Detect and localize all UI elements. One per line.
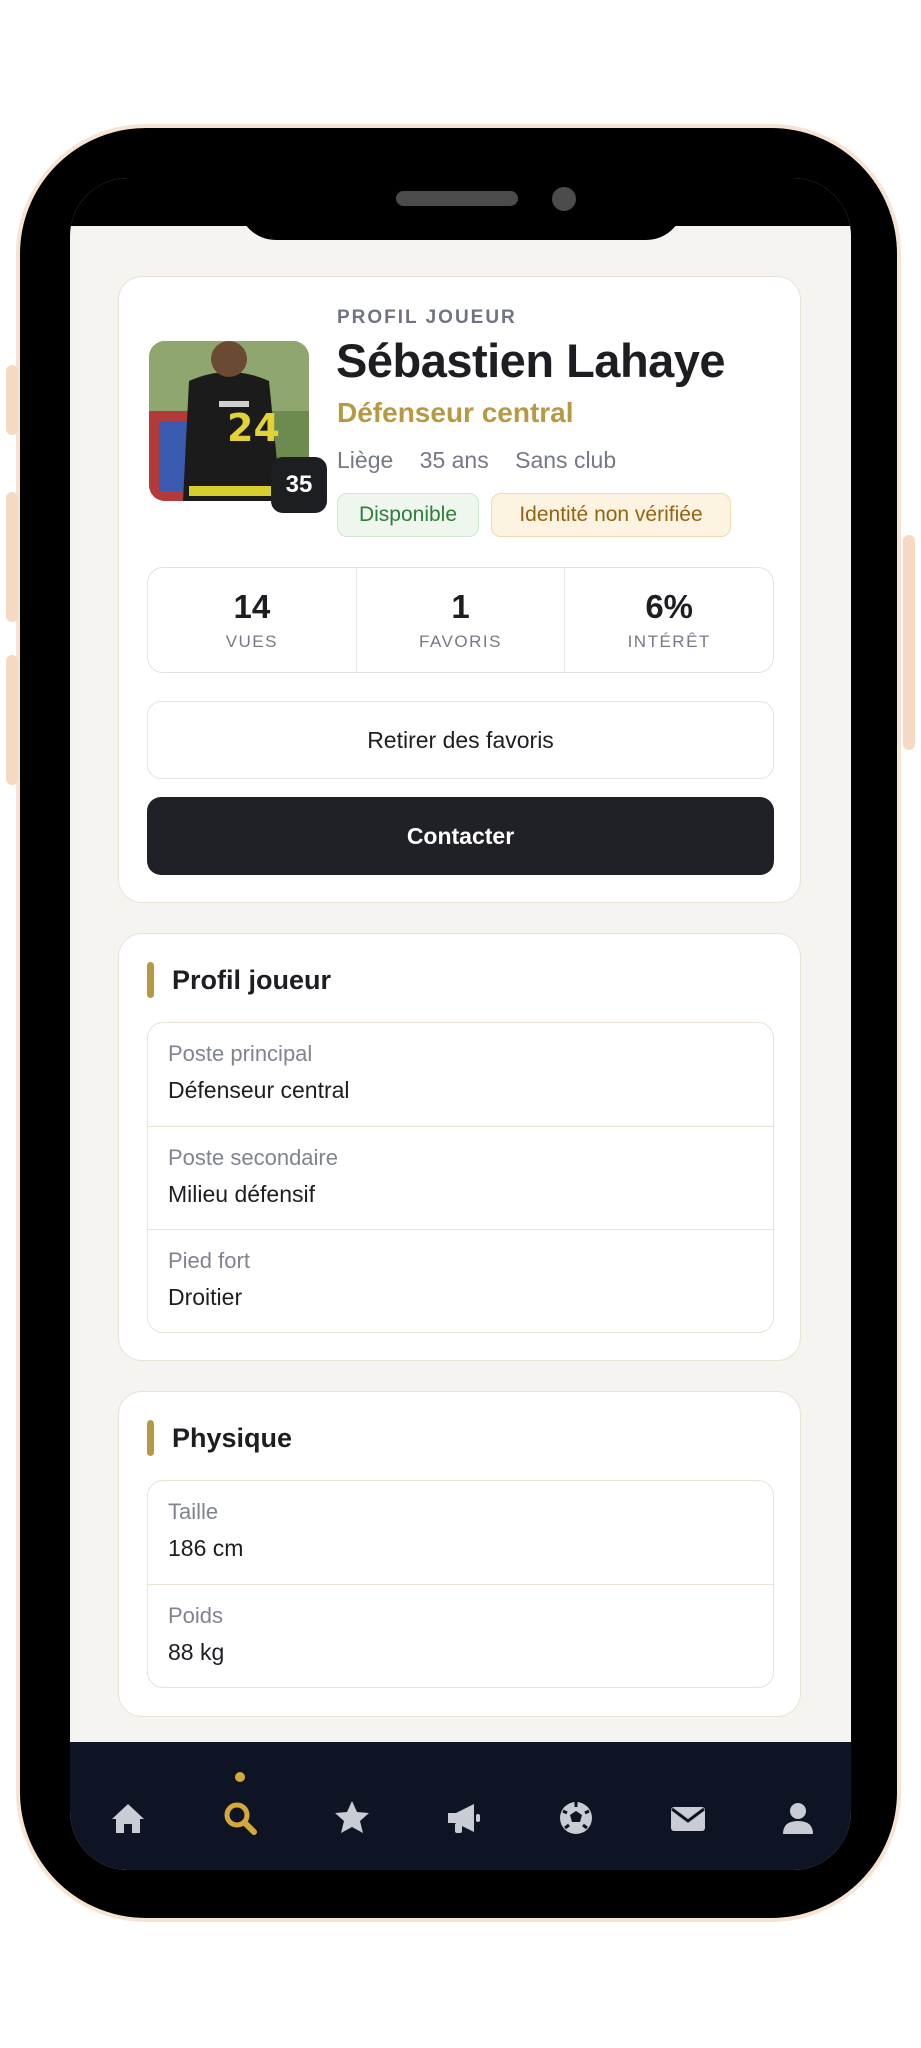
notch [238,178,684,240]
player-name: Sébastien Lahaye [336,334,726,387]
tab-matches[interactable] [552,1794,600,1842]
detail-value: 88 kg [168,1639,225,1665]
remove-favorite-button[interactable]: Retirer des favoris [147,701,774,779]
bottom-tab-bar [70,1742,851,1870]
stats-panel: 14 VUES 1 FAVORIS 6% INTÉRÊT [147,567,774,673]
detail-label: Pied fort [168,1248,250,1273]
stat-views: 14 VUES [148,568,356,672]
detail-value: Défenseur central [168,1077,350,1103]
physique-section-card: Physique Taille 186 cm Poids 88 kg [118,1391,801,1717]
profile-details-list: Poste principal Défenseur central Poste … [147,1022,774,1333]
section-accent-bar [147,1420,154,1456]
detail-row-main-position: Poste principal Défenseur central [148,1023,773,1126]
detail-row-weight: Poids 88 kg [148,1584,773,1687]
envelope-icon [671,1807,705,1831]
detail-row-secondary-position: Poste secondaire Milieu défensif [148,1126,773,1229]
physique-details-list: Taille 186 cm Poids 88 kg [147,1480,774,1688]
detail-row-height: Taille 186 cm [148,1481,773,1584]
player-position: Défenseur central [337,397,574,428]
phone-screen: 24 35 PROFIL JOUEUR Sébastien Lahaye Déf… [70,178,851,1870]
contact-button[interactable]: Contacter [147,797,774,875]
player-hero-card: 24 35 PROFIL JOUEUR Sébastien Lahaye Déf… [118,276,801,903]
stat-interest: 6% INTÉRÊT [564,568,773,672]
user-icon [783,1803,813,1834]
profile-section-card: Profil joueur Poste principal Défenseur … [118,933,801,1361]
home-icon [112,1804,144,1833]
section-title-text: Physique [172,1422,293,1453]
phone-side-button [903,535,915,750]
tab-profile[interactable] [774,1794,822,1842]
stat-label: INTÉRÊT [627,632,711,651]
detail-value: Droitier [168,1284,243,1310]
phone-side-button [6,655,18,785]
stat-value: 14 [233,588,271,625]
detail-label: Taille [168,1499,219,1524]
speaker [396,191,518,206]
phone-side-button [6,492,18,622]
detail-label: Poste secondaire [168,1145,338,1170]
detail-value: Milieu défensif [168,1181,316,1207]
star-icon [335,1801,369,1833]
player-meta: Liège 35 ans Sans club [337,447,636,474]
tab-favorites[interactable] [328,1794,376,1842]
stat-label: VUES [225,632,278,651]
phone-side-button [6,365,18,435]
megaphone-icon [448,1804,480,1833]
stat-value: 6% [645,588,694,625]
svg-text:24: 24 [227,406,280,450]
tab-home[interactable] [104,1794,152,1842]
tab-messages[interactable] [664,1794,712,1842]
section-title-text: Profil joueur [172,964,332,995]
detail-label: Poste principal [168,1041,313,1066]
search-icon [224,1802,257,1835]
section-title: Physique [147,1420,292,1456]
identity-status-badge: Identité non vérifiée [491,493,731,537]
stat-value: 1 [451,588,470,625]
profile-eyebrow: PROFIL JOUEUR [337,307,517,328]
jersey-number-badge: 35 [271,457,327,513]
camera [552,187,576,211]
player-age: 35 ans [419,447,489,473]
stat-label: FAVORIS [419,632,502,651]
detail-value: 186 cm [168,1535,244,1561]
tab-announcements[interactable] [440,1794,488,1842]
player-club: Sans club [515,447,617,473]
section-title: Profil joueur [147,962,331,998]
section-accent-bar [147,962,154,998]
tab-search[interactable] [216,1794,264,1842]
stat-favorites: 1 FAVORIS [355,568,565,672]
soccer-ball-icon [560,1802,592,1834]
player-city: Liège [337,447,394,473]
active-tab-indicator [235,1772,245,1782]
detail-row-strong-foot: Pied fort Droitier [148,1229,773,1332]
availability-badge: Disponible [337,493,479,537]
detail-label: Poids [168,1603,224,1628]
